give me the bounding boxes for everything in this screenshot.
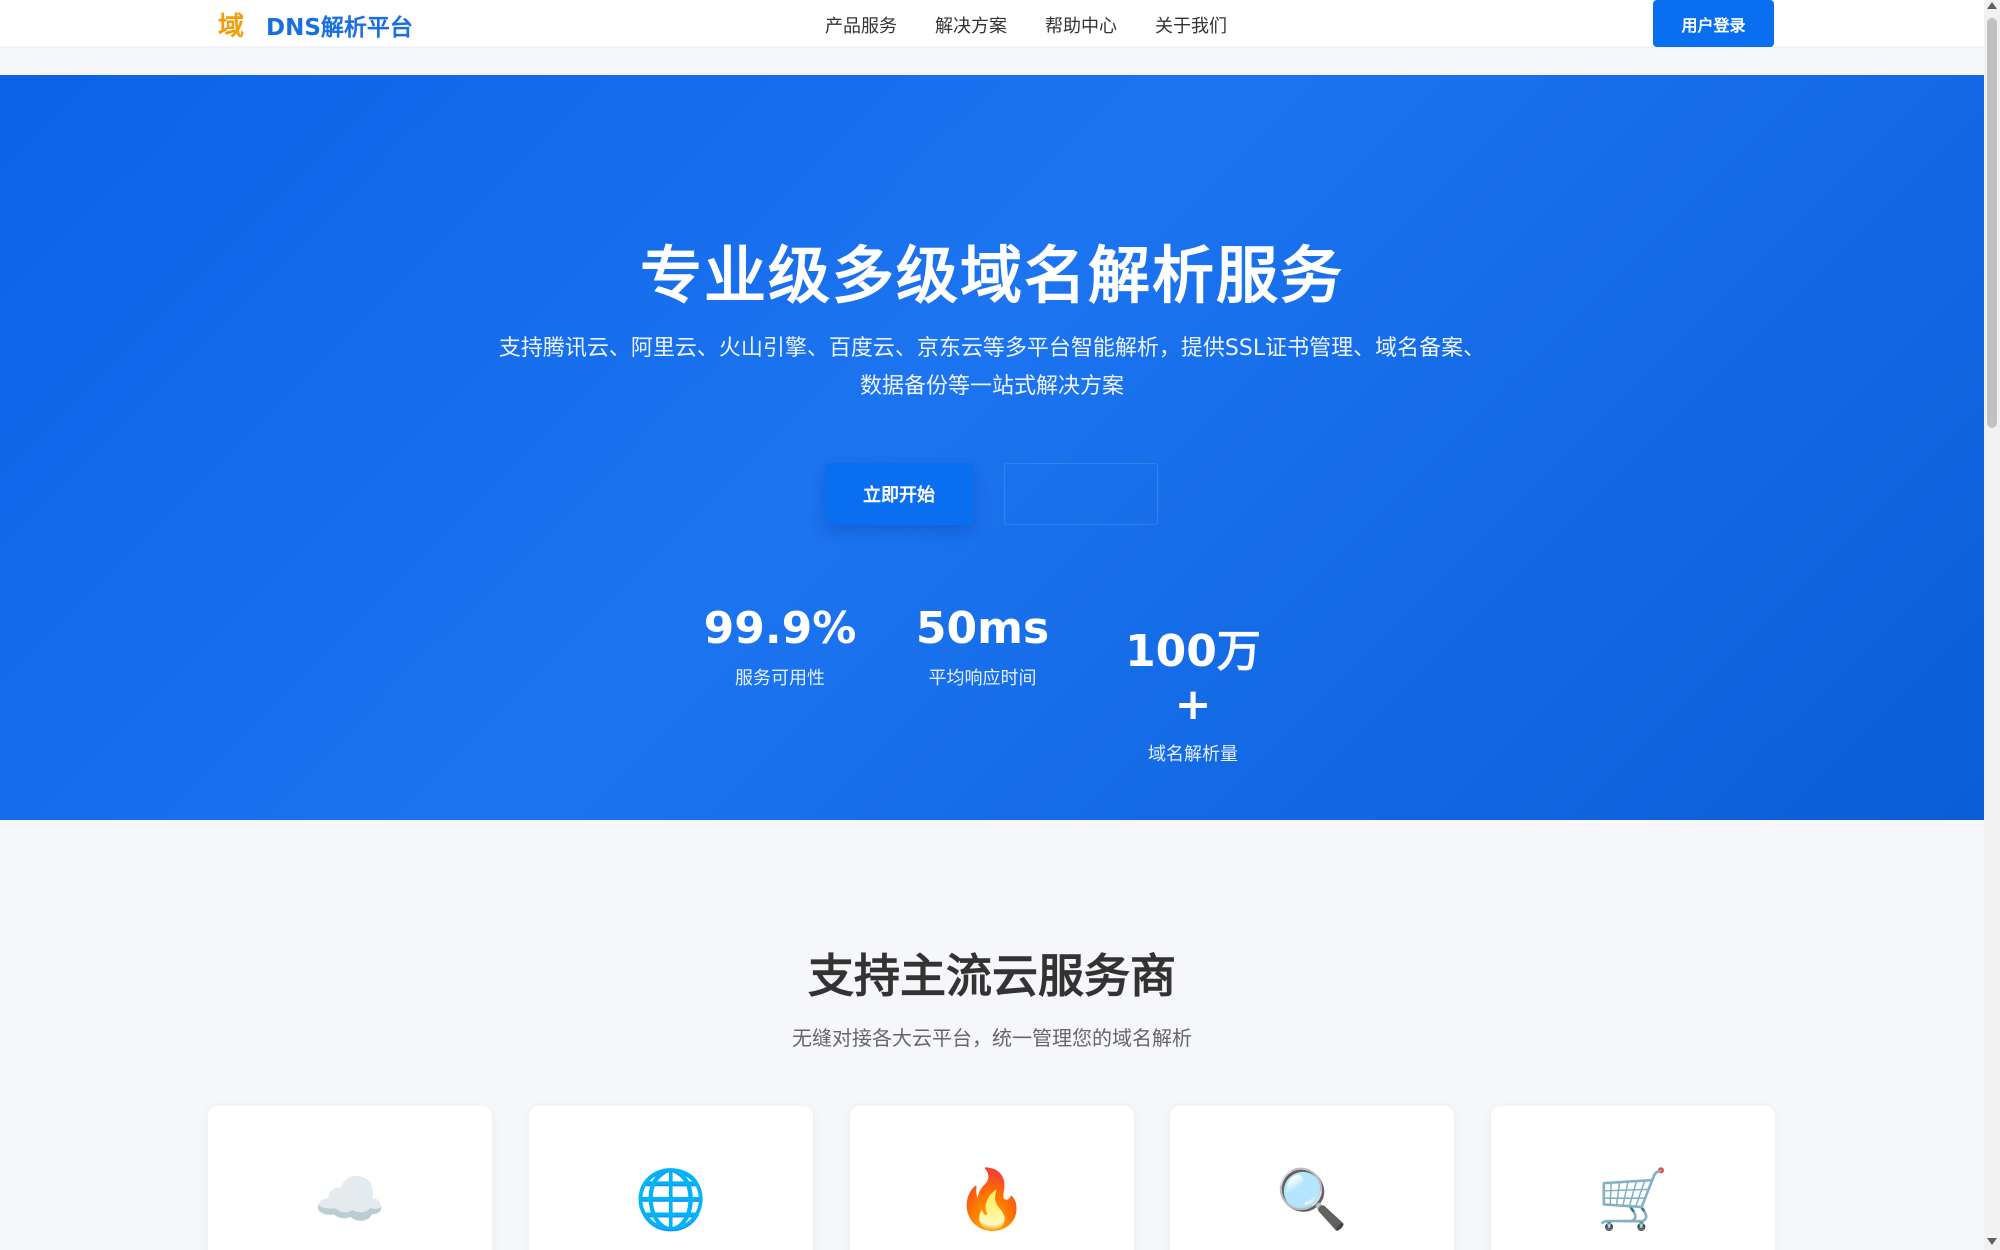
- stat-label: 平均响应时间: [928, 668, 1037, 689]
- start-now-button[interactable]: 立即开始: [825, 463, 973, 525]
- provider-card-search[interactable]: 🔍: [1170, 1106, 1454, 1250]
- scrollbar-thumb[interactable]: [1987, 18, 1997, 428]
- login-button[interactable]: 用户登录: [1653, 0, 1774, 47]
- stat-availability: 99.9% 服务可用性: [700, 603, 860, 690]
- provider-card-fire[interactable]: 🔥: [850, 1106, 1134, 1250]
- stat-value: 50ms: [915, 603, 1050, 654]
- provider-card-cloud[interactable]: ☁️: [208, 1106, 492, 1250]
- stat-label: 服务可用性: [735, 668, 825, 689]
- provider-card-globe[interactable]: 🌐: [529, 1106, 813, 1250]
- logo-text: DNS解析平台: [266, 14, 413, 41]
- stat-value: 99.9%: [703, 603, 857, 654]
- hero-subtitle: 支持腾讯云、阿里云、火山引擎、百度云、京东云等多平台智能解析，提供SSL证书管理…: [420, 330, 1564, 406]
- stat-response-time: 50ms 平均响应时间: [900, 603, 1065, 690]
- stat-value: 100万+: [1125, 626, 1261, 730]
- globe-icon: 🌐: [634, 1165, 708, 1233]
- scroll-down-arrow-icon[interactable]: [1987, 1238, 1997, 1245]
- stat-resolution-volume: 100万+ 域名解析量: [1108, 615, 1278, 766]
- hero-title: 专业级多级域名解析服务: [639, 239, 1344, 312]
- provider-card-cart[interactable]: 🛒: [1491, 1106, 1775, 1250]
- nav-item-about[interactable]: 关于我们: [1155, 12, 1227, 38]
- nav-item-help[interactable]: 帮助中心: [1045, 12, 1117, 38]
- fire-icon: 🔥: [955, 1165, 1029, 1233]
- providers-subtitle: 无缝对接各大云平台，统一管理您的域名解析: [792, 1026, 1192, 1050]
- cloud-icon: ☁️: [313, 1165, 387, 1233]
- domain-logo-icon: 域: [218, 12, 245, 42]
- hero-subtitle-line-2: 数据备份等一站式解决方案: [859, 374, 1124, 399]
- hero-subtitle-line-1: 支持腾讯云、阿里云、火山引擎、百度云、京东云等多平台智能解析，提供SSL证书管理…: [498, 336, 1486, 361]
- top-nav-bar: 域 DNS解析平台 产品服务 解决方案 帮助中心 关于我们 用户登录: [0, 0, 1984, 48]
- nav-item-products[interactable]: 产品服务: [825, 12, 897, 38]
- main-nav: 产品服务 解决方案 帮助中心 关于我们: [825, 12, 1227, 38]
- magnifier-icon: 🔍: [1275, 1165, 1349, 1233]
- learn-more-button[interactable]: 了解更多: [1004, 463, 1158, 525]
- nav-item-solutions[interactable]: 解决方案: [935, 12, 1007, 38]
- logo[interactable]: 域 DNS解析平台: [218, 6, 413, 43]
- page-scrollbar[interactable]: [1984, 0, 2000, 1250]
- stat-label: 域名解析量: [1148, 744, 1238, 765]
- hero-section: 专业级多级域名解析服务 支持腾讯云、阿里云、火山引擎、百度云、京东云等多平台智能…: [0, 75, 1984, 820]
- cart-icon: 🛒: [1596, 1165, 1670, 1233]
- scroll-up-arrow-icon[interactable]: [1987, 2, 1997, 9]
- providers-title: 支持主流云服务商: [808, 949, 1176, 1003]
